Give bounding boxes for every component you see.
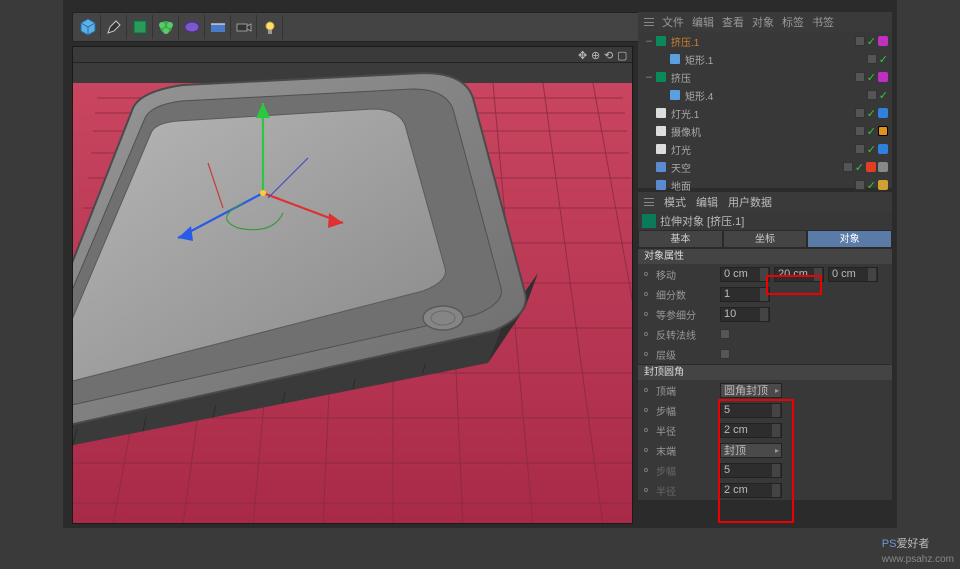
tree-item[interactable]: –挤压✓ [638,68,892,86]
anim-dot-icon[interactable] [644,448,648,452]
input-iso[interactable]: 10 [720,307,770,322]
cube-tool[interactable] [75,15,101,39]
input-steps2: 5 [720,463,782,478]
section-object-props: 对象属性 [638,248,892,264]
label-iso: 等参细分 [656,307,716,322]
attribute-title-text: 拉伸对象 [挤压.1] [660,213,744,229]
anim-dot-icon[interactable] [644,468,648,472]
section-caps: 封顶圆角 [638,364,892,380]
attr-menu-mode[interactable]: 模式 [664,194,686,210]
viewport-scene[interactable] [73,63,632,523]
tree-item[interactable]: 摄像机✓ [638,122,892,140]
nurbs-tool[interactable] [127,15,153,39]
label-steps1: 步幅 [656,403,716,418]
checkbox-hierarchy[interactable] [720,349,730,359]
input-radius2: 2 cm [720,483,782,498]
checkbox-flip[interactable] [720,329,730,339]
tree-item[interactable]: 天空✓ [638,158,892,176]
anim-dot-icon[interactable] [644,488,648,492]
label-steps2: 步幅 [656,463,716,478]
pen-tool[interactable] [101,15,127,39]
deformer-tool[interactable] [179,15,205,39]
viewport-header: ✥ ⊕ ⟲ ▢ [73,47,632,63]
environment-tool[interactable] [205,15,231,39]
tree-item[interactable]: 地面✓ [638,176,892,194]
label-subdiv: 细分数 [656,287,716,302]
label-radius2: 半径 [656,483,716,498]
camera-tool[interactable] [231,15,257,39]
menu-icon[interactable] [644,198,654,206]
om-menu-edit[interactable]: 编辑 [692,14,714,30]
om-menu-file[interactable]: 文件 [662,14,684,30]
om-menu-view[interactable]: 查看 [722,14,744,30]
menu-icon[interactable] [644,18,654,26]
attribute-title: 拉伸对象 [挤压.1] [638,212,892,230]
select-start-cap[interactable]: 圆角封顶▸ [720,383,782,398]
primitive-toolbar [72,12,702,42]
label-move: 移动 [656,267,716,282]
viewport-perspective[interactable]: ✥ ⊕ ⟲ ▢ [72,46,633,524]
anim-dot-icon[interactable] [644,292,648,296]
label-start-cap: 顶端 [656,383,716,398]
input-move-z[interactable]: 0 cm [828,267,878,282]
vp-rotate-icon[interactable]: ⟲ [604,49,615,60]
tab-basic[interactable]: 基本 [638,230,723,248]
label-radius1: 半径 [656,423,716,438]
generator-tool[interactable] [153,15,179,39]
anim-dot-icon[interactable] [644,272,648,276]
anim-dot-icon[interactable] [644,388,648,392]
tree-item[interactable]: 灯光✓ [638,140,892,158]
anim-dot-icon[interactable] [644,408,648,412]
vp-max-icon[interactable]: ▢ [617,49,628,60]
input-move-y[interactable]: 20 cm [774,267,824,282]
anim-dot-icon[interactable] [644,428,648,432]
object-manager-tree[interactable]: –挤压.1✓矩形.1✓–挤压✓矩形.4✓灯光.1✓摄像机✓灯光✓天空✓地面✓ [638,32,892,188]
vp-nav-icon[interactable]: ✥ [578,49,589,60]
om-menu-bookmarks[interactable]: 书签 [812,14,834,30]
object-manager-menu: 文件 编辑 查看 对象 标签 书签 [638,12,892,32]
watermark: PS爱好者 www.psahz.com [882,535,954,565]
label-hierarchy: 层级 [656,347,716,362]
light-tool[interactable] [257,15,283,39]
anim-dot-icon[interactable] [644,312,648,316]
input-move-x[interactable]: 0 cm [720,267,770,282]
om-menu-tags[interactable]: 标签 [782,14,804,30]
anim-dot-icon[interactable] [644,352,648,356]
label-flip: 反转法线 [656,327,716,342]
label-end-cap: 末端 [656,443,716,458]
tree-item[interactable]: 灯光.1✓ [638,104,892,122]
tree-item[interactable]: –挤压.1✓ [638,32,892,50]
extrude-icon [642,214,656,228]
om-menu-object[interactable]: 对象 [752,14,774,30]
tree-item[interactable]: 矩形.4✓ [638,86,892,104]
anim-dot-icon[interactable] [644,332,648,336]
input-subdiv[interactable]: 1 [720,287,770,302]
input-radius1[interactable]: 2 cm [720,423,782,438]
select-end-cap[interactable]: 封顶▸ [720,443,782,458]
input-steps1[interactable]: 5 [720,403,782,418]
attr-menu-edit[interactable]: 编辑 [696,194,718,210]
tree-item[interactable]: 矩形.1✓ [638,50,892,68]
attr-menu-userdata[interactable]: 用户数据 [728,194,772,210]
attribute-menu: 模式 编辑 用户数据 [638,192,892,212]
tab-object[interactable]: 对象 [807,230,892,248]
vp-zoom-icon[interactable]: ⊕ [591,49,602,60]
tab-coord[interactable]: 坐标 [723,230,808,248]
